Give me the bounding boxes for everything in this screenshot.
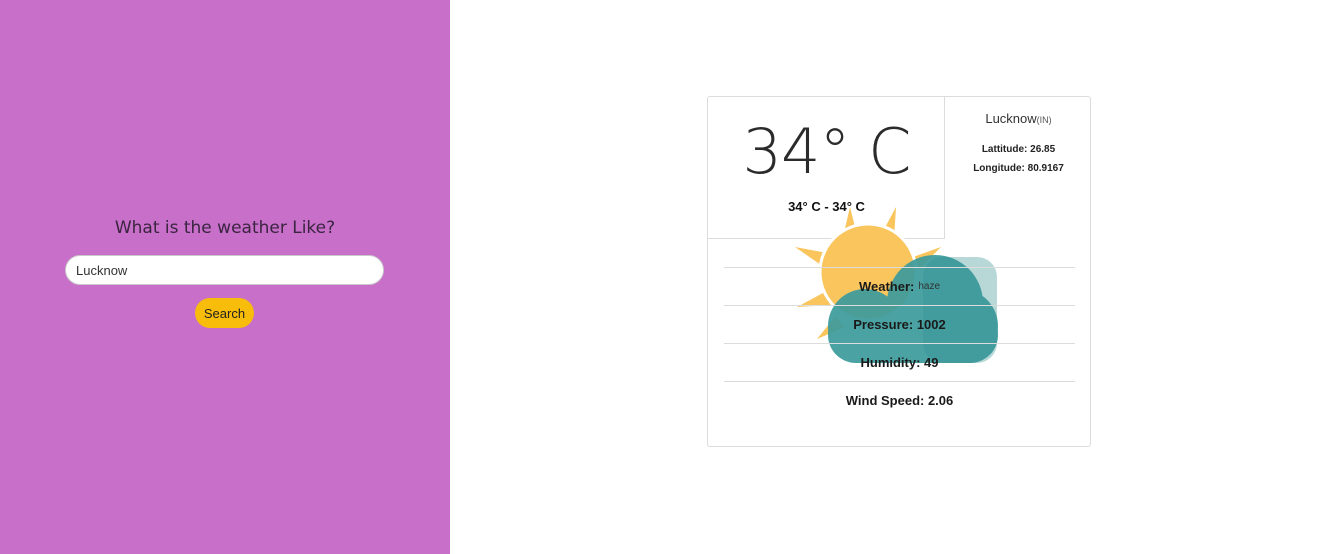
city-search-input[interactable] [65, 255, 384, 285]
humidity-text: Humidity: 49 [860, 355, 939, 370]
search-button[interactable]: Search [195, 298, 254, 328]
weather-details: Weather: haze Pressure: 1002 Humidity: 49… [724, 267, 1075, 419]
sidebar-heading: What is the weather Like? [114, 218, 336, 238]
wind-speed-text: Wind Speed: 2.06 [845, 393, 954, 408]
city-label: Lucknow [985, 111, 1037, 126]
city-name: Lucknow(IN) [945, 111, 1090, 126]
weather-label: Weather: [858, 279, 915, 294]
weather-row: Weather: haze [724, 267, 1075, 305]
weather-value: haze [918, 281, 941, 292]
wind-row: Wind Speed: 2.06 [724, 381, 1075, 419]
current-temperature: 34° C [742, 115, 912, 188]
pressure-text: Pressure: 1002 [853, 317, 946, 332]
country-code: (IN) [1036, 115, 1052, 125]
sidebar: What is the weather Like? Search [0, 0, 450, 554]
longitude: Longitude: 80.9167 [973, 163, 1064, 174]
latitude: Lattitude: 26.85 [981, 144, 1056, 155]
temperature-range: 34° C - 34° C [788, 199, 865, 214]
weather-card: 34° C 34° C - 34° C Lucknow(IN) Lattitud… [707, 96, 1091, 447]
humidity-row: Humidity: 49 [724, 343, 1075, 381]
location-panel: Lucknow(IN) Lattitude: 26.85 Longitude: … [945, 97, 1090, 197]
pressure-row: Pressure: 1002 [724, 305, 1075, 343]
